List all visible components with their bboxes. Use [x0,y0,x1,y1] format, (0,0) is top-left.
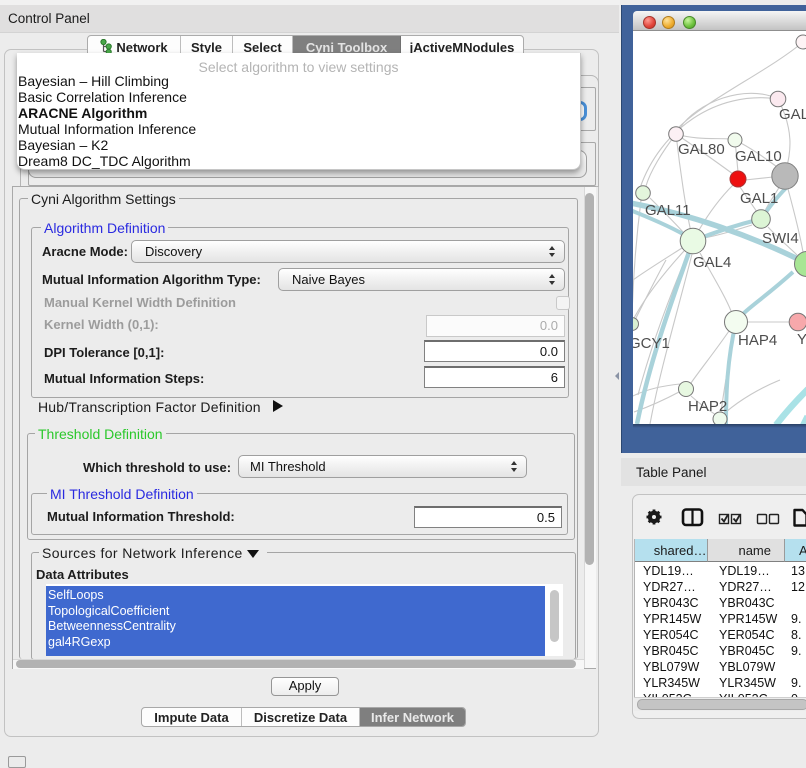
svg-text:GAL1: GAL1 [740,190,778,207]
svg-text:GAL4: GAL4 [693,254,731,271]
svg-text:GAL10: GAL10 [735,148,782,165]
svg-text:YB: YB [797,331,806,348]
svg-text:HAP2: HAP2 [688,398,727,415]
svg-text:GCY1: GCY1 [633,335,670,352]
svg-text:GAL2: GAL2 [779,106,806,123]
svg-text:GAL80: GAL80 [678,141,725,158]
svg-text:SWI4: SWI4 [762,230,799,247]
svg-text:HAP4: HAP4 [738,332,777,349]
svg-text:GAL11: GAL11 [645,202,691,219]
